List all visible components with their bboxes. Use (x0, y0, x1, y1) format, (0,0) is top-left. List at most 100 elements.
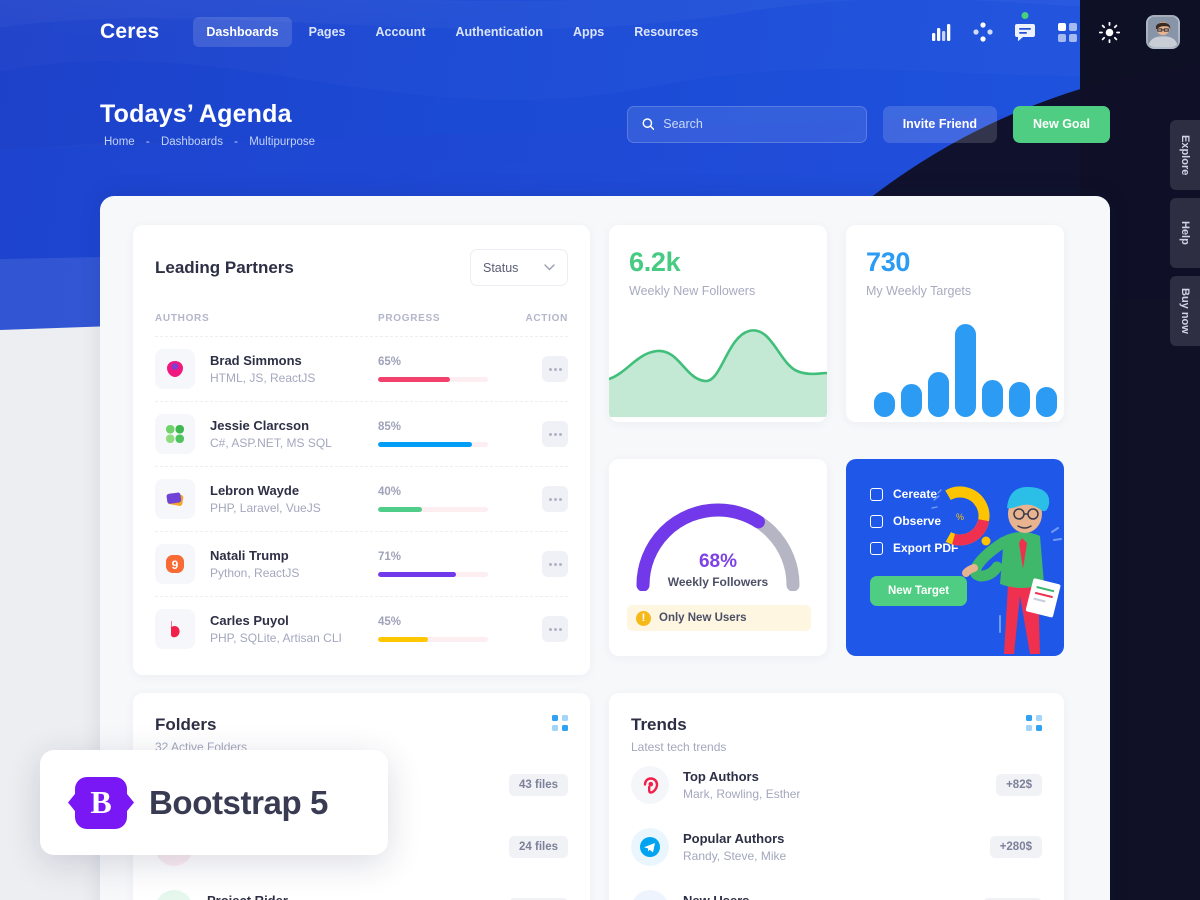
search-box[interactable] (626, 105, 867, 143)
avatar-photo (1148, 17, 1178, 47)
followers-value: 6.2k (629, 247, 681, 277)
telegram-icon (631, 828, 669, 866)
author-name-block: Carles Puyol PHP, SQLite, Artisan CLI (210, 613, 378, 645)
invite-friend-button[interactable]: Invite Friend (882, 105, 998, 143)
column-header-action: ACTION (525, 313, 568, 324)
leading-partners-header: Leading Partners Status (155, 249, 568, 286)
alert-banner: ! Only New Users (627, 605, 811, 631)
progress-bar (378, 572, 488, 577)
trends-header: Trends Latest tech trends (631, 715, 1042, 754)
author-name-block: Brad Simmons HTML, JS, ReactJS (210, 353, 378, 385)
breadcrumb: Home - Dashboards - Multipurpose (100, 136, 319, 148)
trend-name: New Users (683, 893, 775, 900)
trend-amount-badge: +82$ (996, 774, 1042, 796)
bar-chart-icon[interactable] (930, 21, 952, 43)
list-item[interactable]: Project Rider New frontend admin theme 7… (155, 878, 568, 900)
chevron-down-icon (544, 264, 555, 271)
progress-block: 71% (378, 551, 508, 577)
chat-icon[interactable] (1014, 12, 1036, 43)
nav-link-account[interactable]: Account (362, 17, 438, 47)
brand-logo[interactable]: Ceres (100, 20, 159, 44)
sun-icon[interactable] (1098, 21, 1120, 43)
column-header-progress: PROGRESS (378, 313, 441, 324)
search-input[interactable] (663, 117, 852, 131)
row-menu-button[interactable] (542, 616, 568, 642)
folders-title: Folders (155, 715, 217, 734)
trend-text: New Users John, Pat, Jimmy (683, 893, 775, 900)
trend-amount-badge: +280$ (989, 836, 1042, 858)
page-header: Todays’ Agenda Home - Dashboards - Multi… (100, 100, 1110, 148)
list-item[interactable]: Popular Authors Randy, Steve, Mike +280$ (631, 816, 1042, 878)
list-item[interactable]: New Users John, Pat, Jimmy +4500$ (631, 878, 1042, 900)
bootstrap-badge: B Bootstrap 5 (40, 750, 388, 855)
progress-block: 45% (378, 616, 508, 642)
search-icon (642, 118, 655, 131)
progress-bar (378, 377, 488, 382)
gauge-percent: 68% (698, 551, 738, 572)
checkbox-icon[interactable] (870, 487, 883, 501)
table-row[interactable]: Lebron Wayde PHP, Laravel, VueJS 40% (155, 466, 568, 531)
alert-text: Only New Users (659, 612, 747, 624)
followers-label: Weekly New Followers (629, 284, 756, 298)
nav-link-apps[interactable]: Apps (560, 17, 617, 47)
weekly-followers-gauge-card: 68% Weekly Followers ! Only New Users (609, 459, 827, 656)
gauge-chart: 68% Weekly Followers (627, 495, 809, 592)
row-menu-button[interactable] (542, 421, 568, 447)
breadcrumb-separator: - (234, 136, 238, 148)
status-select[interactable]: Status (470, 249, 568, 286)
author-name-block: Lebron Wayde PHP, Laravel, VueJS (210, 483, 378, 515)
author-name: Lebron Wayde (210, 483, 300, 498)
author-stack: Python, ReactJS (210, 566, 300, 580)
diamond-dots-icon[interactable] (972, 21, 994, 43)
progress-bar (378, 637, 488, 642)
new-goal-button[interactable]: New Goal (1013, 105, 1110, 143)
column-header-authors: AUTHORS (155, 313, 210, 324)
row-menu-button[interactable] (542, 356, 568, 382)
breadcrumb-item-home[interactable]: Home (104, 136, 135, 148)
person-with-chart-illustration: % (930, 486, 1062, 654)
nav-link-resources[interactable]: Resources (621, 17, 711, 47)
author-stack: HTML, JS, ReactJS (210, 371, 316, 385)
plurk-icon (631, 766, 669, 804)
side-tab-explore[interactable]: Explore (1170, 120, 1200, 190)
followers-area-chart (609, 301, 827, 422)
svg-text:9: 9 (172, 558, 179, 572)
progress-percent: 40% (378, 486, 402, 498)
table-row[interactable]: Brad Simmons HTML, JS, ReactJS 65% (155, 336, 568, 401)
breadcrumb-item-multipurpose: Multipurpose (249, 136, 316, 148)
page-title: Todays’ Agenda (100, 100, 292, 128)
row-actions (508, 421, 568, 447)
side-tab-help[interactable]: Help (1170, 198, 1200, 268)
row-menu-button[interactable] (542, 486, 568, 512)
folder-icon (155, 890, 193, 900)
breadcrumb-item-dashboards[interactable]: Dashboards (161, 136, 223, 148)
author-stack: C#, ASP.NET, MS SQL (210, 436, 332, 450)
folder-files-badge: 24 files (509, 836, 568, 858)
grid-icon[interactable] (1056, 21, 1078, 43)
table-row[interactable]: Jessie Clarcson C#, ASP.NET, MS SQL 85% (155, 401, 568, 466)
table-row[interactable]: 9 Natali Trump Python, ReactJS 71% (155, 531, 568, 596)
nav-link-authentication[interactable]: Authentication (442, 17, 556, 47)
clover-icon (155, 414, 195, 454)
folder-name: Project Rider (207, 893, 351, 900)
checkbox-icon[interactable] (870, 514, 883, 528)
gauge-caption: Weekly Followers (667, 575, 769, 589)
nav-link-dashboards[interactable]: Dashboards (193, 17, 292, 47)
grid-dots-icon[interactable] (1026, 715, 1042, 731)
list-item[interactable]: Top Authors Mark, Rowling, Esther +82$ (631, 754, 1042, 816)
top-navbar: Ceres Dashboards Pages Account Authentic… (0, 0, 1200, 64)
progress-percent: 71% (378, 551, 402, 563)
progress-percent: 65% (378, 356, 402, 368)
bootstrap-logo-icon: B (75, 776, 127, 829)
side-tab-buy-now[interactable]: Buy now (1170, 276, 1200, 346)
leading-partners-card: Leading Partners Status AUTHORS PROGRESS… (133, 225, 590, 675)
table-row[interactable]: Carles Puyol PHP, SQLite, Artisan CLI 45… (155, 596, 568, 661)
checkbox-icon[interactable] (870, 541, 883, 555)
grid-dots-icon[interactable] (552, 715, 568, 731)
trends-title-block: Trends Latest tech trends (631, 715, 726, 754)
status-select-value: Status (483, 260, 519, 275)
nav-link-pages[interactable]: Pages (296, 17, 359, 47)
user-avatar[interactable] (1146, 15, 1180, 49)
row-menu-button[interactable] (542, 551, 568, 577)
new-target-promo-card: Cereate Observe Export PDF New Target % (846, 459, 1064, 656)
